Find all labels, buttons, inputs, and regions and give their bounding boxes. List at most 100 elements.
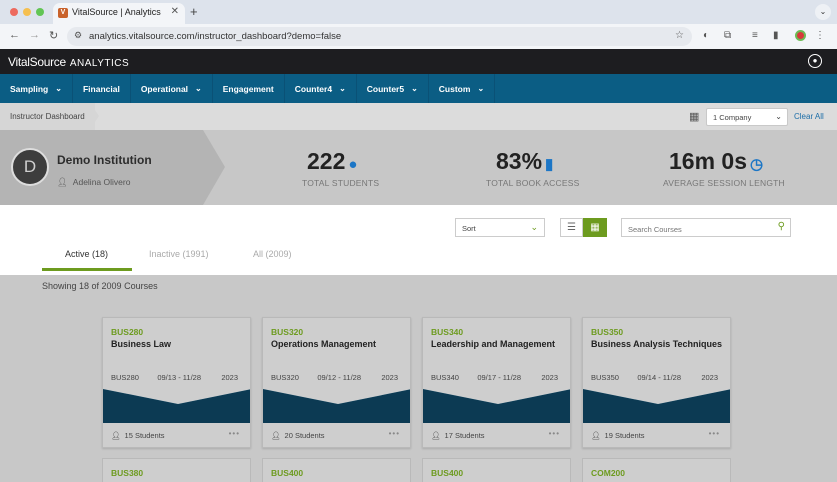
- chrome-menu-icon[interactable]: ⋮: [815, 30, 825, 41]
- person-icon: ●: [348, 156, 358, 173]
- more-options-icon[interactable]: •••: [549, 429, 560, 438]
- nav-label: Counter5: [366, 83, 405, 94]
- person-icon: 👤︎: [111, 431, 121, 440]
- search-icon[interactable]: ⚲: [778, 221, 785, 232]
- course-meta-code: BUS320: [271, 373, 299, 382]
- instructor-name-text: Adelina Olivero: [72, 177, 131, 187]
- more-options-icon[interactable]: •••: [229, 429, 240, 438]
- chevron-down-icon: ⌄: [195, 84, 202, 93]
- chevron-down-icon: ⌄: [339, 84, 346, 93]
- person-icon: 👤︎: [57, 177, 68, 187]
- person-icon: 👤︎: [271, 431, 281, 440]
- more-options-icon[interactable]: •••: [389, 429, 400, 438]
- clear-all-link[interactable]: Clear All: [794, 112, 824, 121]
- nav-label: Sampling: [10, 83, 49, 94]
- chevron-down-icon: ⌄: [55, 84, 62, 93]
- institution-avatar: D: [11, 148, 49, 186]
- close-window-icon[interactable]: [10, 8, 18, 16]
- total-students-label: TOTAL STUDENTS: [302, 178, 380, 188]
- list-view-button[interactable]: ☰: [560, 218, 583, 237]
- profile-avatar-icon[interactable]: [795, 30, 806, 41]
- chevron-down-icon: ⌄: [477, 84, 485, 93]
- chevron-down-icon: ⌄: [530, 222, 538, 232]
- reload-icon[interactable]: ↻: [49, 29, 58, 42]
- nav-counter5[interactable]: Counter5 ⌄: [357, 74, 429, 103]
- sidebar-icon[interactable]: ▮: [773, 30, 779, 41]
- session-length-stat: 16m 0s ◷: [669, 148, 763, 175]
- student-count-text: 17 Students: [444, 431, 485, 440]
- tab-close-icon[interactable]: ✕: [171, 6, 179, 17]
- search-input[interactable]: [622, 221, 762, 238]
- course-banner-art: [423, 389, 570, 423]
- course-year: 2023: [701, 373, 718, 382]
- forward-icon[interactable]: →: [29, 29, 40, 41]
- course-card[interactable]: BUS400: [422, 458, 571, 482]
- nav-financial[interactable]: Financial: [73, 74, 131, 103]
- tab-inactive[interactable]: Inactive (1991): [149, 249, 209, 259]
- breadcrumb-arrow: [90, 103, 99, 129]
- logo-product: ANALYTICS: [69, 58, 130, 69]
- course-card[interactable]: COM200: [582, 458, 731, 482]
- chevron-down-icon: ⌄: [775, 112, 782, 121]
- course-code: BUS350: [591, 327, 624, 337]
- student-count: 👤︎ 20 Students: [271, 431, 325, 440]
- tab-active[interactable]: Active (18): [65, 249, 108, 259]
- sort-dropdown[interactable]: Sort ⌄: [455, 218, 545, 237]
- nav-label: Financial: [82, 83, 120, 94]
- address-bar[interactable]: ⚙ analytics.vitalsource.com/instructor_d…: [67, 27, 692, 46]
- more-options-icon[interactable]: •••: [709, 429, 720, 438]
- vitalsource-logo[interactable]: VitalSource ANALYTICS: [8, 55, 129, 69]
- maximize-window-icon[interactable]: [36, 8, 44, 16]
- course-year: 2023: [221, 373, 238, 382]
- course-code: BUS400: [431, 468, 464, 478]
- breadcrumb[interactable]: Instructor Dashboard: [0, 103, 95, 130]
- nav-label: Custom: [438, 83, 471, 94]
- course-meta-code: BUS280: [111, 373, 139, 382]
- course-code: BUS400: [271, 468, 304, 478]
- course-code: BUS280: [111, 327, 144, 337]
- course-meta-code: BUS350: [591, 373, 619, 382]
- back-icon[interactable]: ←: [9, 29, 20, 41]
- course-card[interactable]: BUS380: [102, 458, 251, 482]
- new-tab-icon[interactable]: +: [190, 4, 198, 19]
- course-search[interactable]: ⚲: [621, 218, 791, 238]
- session-length-value: 16m 0s: [669, 148, 748, 174]
- course-card[interactable]: BUS400: [262, 458, 411, 482]
- vitalsource-favicon-icon: V: [58, 8, 68, 18]
- user-account-icon[interactable]: ●: [808, 54, 822, 68]
- course-dates: 09/17 - 11/28: [477, 373, 521, 382]
- media-icon[interactable]: ≡: [752, 30, 758, 41]
- showing-count: Showing 18 of 2009 Courses: [42, 281, 158, 291]
- browser-tab[interactable]: V VitalSource | Analytics ✕: [53, 3, 185, 24]
- course-card[interactable]: BUS280 Business Law BUS280 09/13 - 11/28…: [102, 317, 251, 448]
- course-dates: 09/14 - 11/28: [637, 373, 681, 382]
- course-card[interactable]: BUS350 Business Analysis Techniques BUS3…: [582, 317, 731, 448]
- tab-search-chevron-icon[interactable]: ⌄: [815, 4, 831, 20]
- nav-operational[interactable]: Operational ⌄: [131, 74, 213, 103]
- building-icon: ▦: [689, 111, 700, 123]
- nav-custom[interactable]: Custom ⌄: [429, 74, 496, 103]
- course-code: BUS340: [431, 327, 464, 337]
- extension-icon[interactable]: ◐: [703, 30, 709, 41]
- course-title: Operations Management: [271, 339, 377, 349]
- nav-counter4[interactable]: Counter4 ⌄: [285, 74, 357, 103]
- nav-sampling[interactable]: Sampling ⌄: [0, 74, 73, 103]
- student-count-text: 20 Students: [284, 431, 325, 440]
- course-year: 2023: [541, 373, 558, 382]
- url-text[interactable]: analytics.vitalsource.com/instructor_das…: [89, 31, 341, 42]
- nav-engagement[interactable]: Engagement: [213, 74, 285, 103]
- session-length-label: AVERAGE SESSION LENGTH: [663, 178, 785, 188]
- course-card[interactable]: BUS320 Operations Management BUS320 09/1…: [262, 317, 411, 448]
- bookmark-star-icon[interactable]: ☆: [675, 30, 684, 41]
- breadcrumb-bar: Instructor Dashboard ▦ 1 Company ⌄ Clear…: [0, 103, 837, 130]
- tab-all[interactable]: All (2009): [253, 249, 292, 259]
- course-card[interactable]: BUS340 Leadership and Management BUS340 …: [422, 317, 571, 448]
- tab-title: VitalSource | Analytics: [72, 7, 161, 17]
- list-icon: ☰: [567, 222, 576, 233]
- puzzle-icon[interactable]: ⧉: [724, 30, 731, 41]
- grid-view-button[interactable]: ▦: [583, 218, 607, 237]
- company-select[interactable]: 1 Company ⌄: [706, 108, 788, 126]
- minimize-window-icon[interactable]: [23, 8, 31, 16]
- app-header: VitalSource ANALYTICS ●: [0, 49, 837, 74]
- site-info-icon[interactable]: ⚙: [74, 30, 82, 41]
